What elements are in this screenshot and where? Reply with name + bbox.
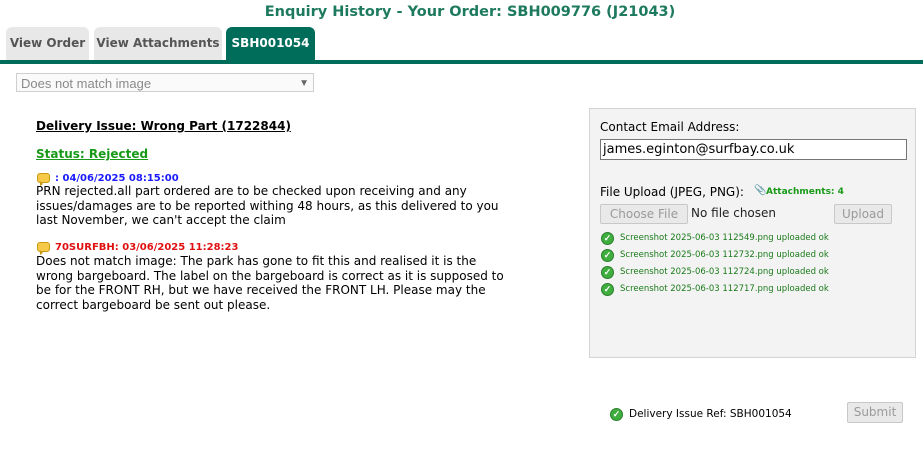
speech-bubble-icon <box>37 173 50 186</box>
message-header: : 04/06/2025 08:15:00 <box>55 173 179 184</box>
choose-file-button[interactable]: Choose File <box>600 204 688 224</box>
no-file-label: No file chosen <box>691 206 777 220</box>
uploaded-file-text: Screenshot 2025-06-03 112717.png uploade… <box>620 284 829 294</box>
speech-bubble-icon <box>37 242 50 255</box>
status-label: Status: Rejected <box>36 147 149 161</box>
chevron-down-icon: ▼ <box>299 78 309 89</box>
check-circle-icon: ✓ <box>601 266 614 279</box>
page-title: Enquiry History - Your Order: SBH009776 … <box>264 4 676 20</box>
paperclip-icon: 📎 <box>754 185 767 196</box>
tab-sbh001054[interactable]: SBH001054 <box>226 27 315 60</box>
tab-view-order[interactable]: View Order <box>6 27 89 60</box>
uploaded-file-text: Screenshot 2025-06-03 112732.png uploade… <box>620 250 829 260</box>
check-circle-icon: ✓ <box>601 283 614 296</box>
tab-underline <box>0 60 923 64</box>
delivery-issue-ref-text: Delivery Issue Ref: SBH001054 <box>629 408 792 420</box>
contact-upload-panel: Contact Email Address: james.eginton@sur… <box>589 108 916 358</box>
attachments-count[interactable]: Attachments: 4 <box>766 187 844 197</box>
check-circle-icon: ✓ <box>601 249 614 262</box>
check-circle-icon: ✓ <box>610 408 623 421</box>
email-field[interactable]: james.eginton@surfbay.co.uk <box>600 139 907 160</box>
upload-button[interactable]: Upload <box>834 204 892 224</box>
message-body: Does not match image: The park has gone … <box>36 254 504 312</box>
uploaded-file-text: Screenshot 2025-06-03 112549.png uploade… <box>620 233 829 243</box>
reason-select[interactable]: Does not match image ▼ <box>16 73 314 92</box>
tab-view-attachments[interactable]: View Attachments <box>94 27 222 60</box>
check-circle-icon: ✓ <box>601 232 614 245</box>
issue-title: Delivery Issue: Wrong Part (1722844) <box>36 119 291 133</box>
contact-email-label: Contact Email Address: <box>600 120 740 134</box>
uploaded-file-text: Screenshot 2025-06-03 112724.png uploade… <box>620 267 829 277</box>
message-body: PRN rejected.all part ordered are to be … <box>36 184 499 227</box>
file-upload-label: File Upload (JPEG, PNG): <box>600 185 744 199</box>
submit-button[interactable]: Submit <box>847 402 903 423</box>
message-header: 70SURFBH: 03/06/2025 11:28:23 <box>55 242 239 253</box>
reason-select-value: Does not match image <box>21 76 152 91</box>
